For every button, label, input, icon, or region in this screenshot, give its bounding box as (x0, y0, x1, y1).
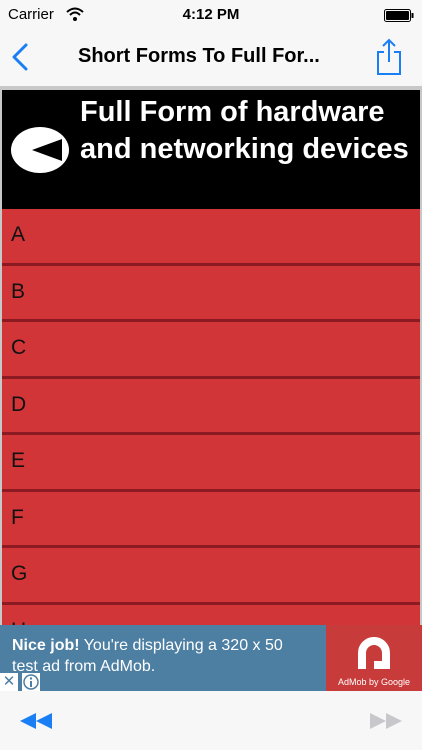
letter-row-d[interactable]: D (2, 378, 420, 435)
admob-logo-icon (358, 637, 390, 669)
rewind-button[interactable] (18, 711, 54, 731)
category-header: Full Form of hardware and networking dev… (2, 90, 420, 209)
battery-icon (384, 9, 414, 22)
status-bar: Carrier 4:12 PM (0, 0, 422, 30)
category-title: Full Form of hardware and networking dev… (80, 96, 409, 165)
content-area: Full Form of hardware and networking dev… (0, 87, 422, 625)
close-icon[interactable]: ✕ (0, 673, 18, 691)
ad-banner[interactable]: Nice job! You're displaying a 320 x 50 t… (0, 625, 422, 691)
speaker-icon[interactable] (10, 126, 70, 174)
letter-row-a[interactable]: A (2, 209, 420, 266)
letter-row-b[interactable]: B (2, 265, 420, 322)
letter-row-c[interactable]: C (2, 322, 420, 379)
letter-row-f[interactable]: F (2, 491, 420, 548)
bottom-toolbar (0, 691, 422, 750)
navigation-bar: Short Forms To Full For... (0, 30, 422, 87)
ad-headline: Nice job! (12, 637, 80, 654)
admob-logo-box: AdMob by Google (326, 625, 422, 691)
letter-row-e[interactable]: E (2, 435, 420, 492)
status-time: 4:12 PM (182, 6, 240, 23)
share-button[interactable] (374, 38, 404, 76)
admob-brand: AdMob by Google (337, 677, 411, 687)
ad-text: Nice job! You're displaying a 320 x 50 t… (12, 635, 312, 677)
letter-row-h[interactable]: H (2, 604, 420, 625)
info-icon[interactable] (22, 673, 40, 691)
letter-row-g[interactable]: G (2, 548, 420, 605)
back-button[interactable] (8, 42, 34, 72)
letter-list: A B C D E F G H (2, 209, 420, 625)
page-title: Short Forms To Full For... (78, 45, 320, 67)
fastforward-button[interactable] (368, 711, 404, 731)
